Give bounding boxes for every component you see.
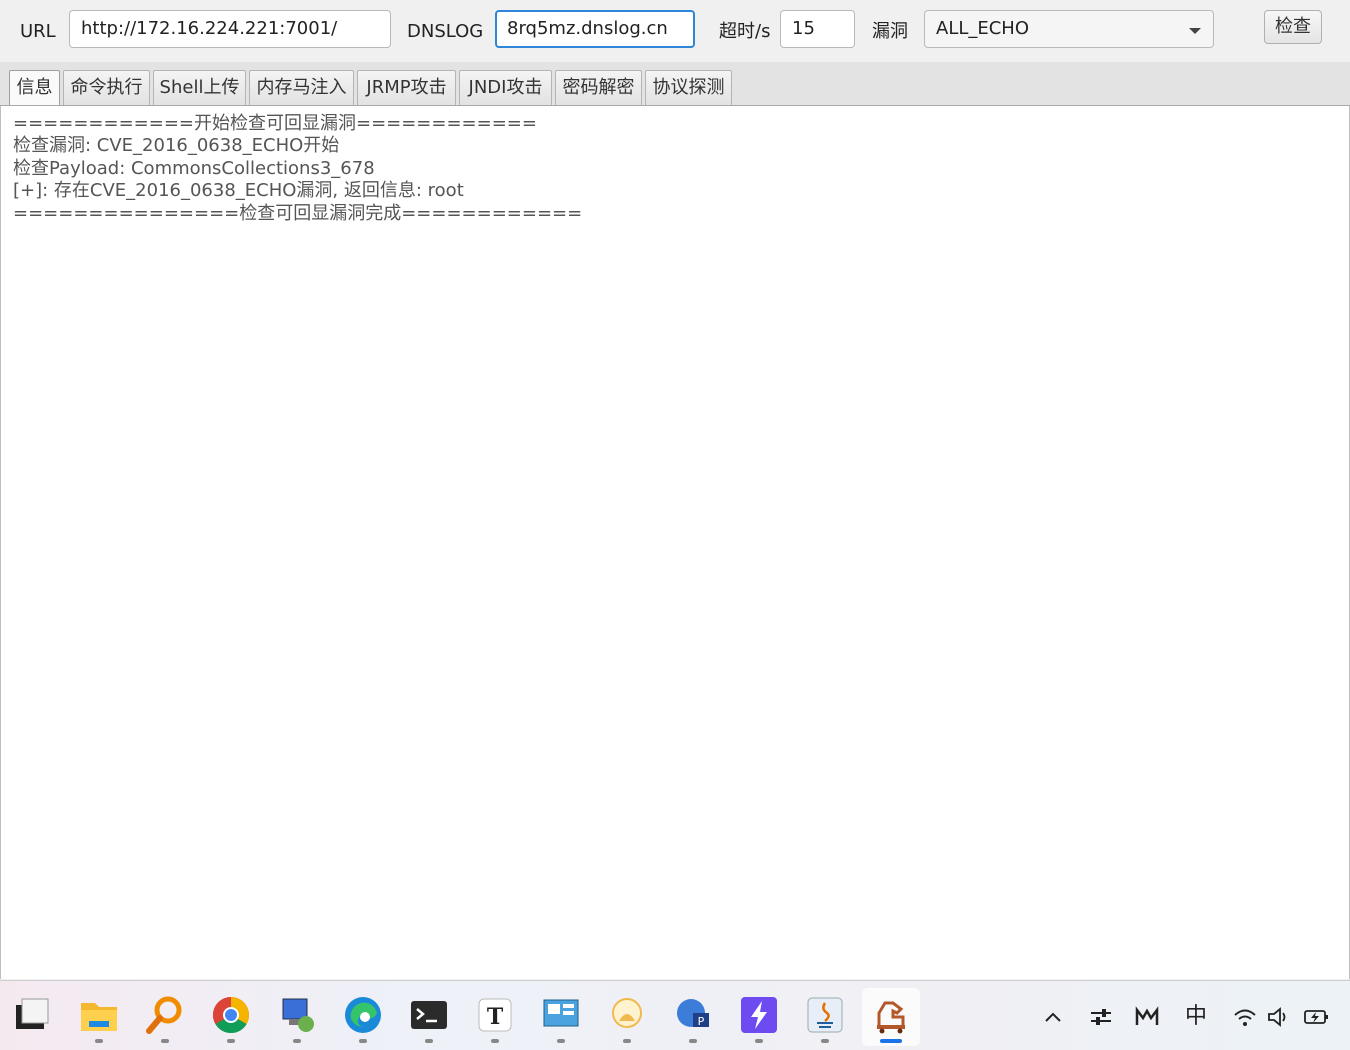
url-label: URL [20, 21, 56, 42]
desktop-icon[interactable] [12, 995, 52, 1035]
taskbar: T P 中 [0, 980, 1350, 1050]
trojan-horse-app-icon[interactable] [871, 995, 911, 1035]
tab-shell-upload[interactable]: Shell上传 [153, 70, 246, 105]
running-indicator [557, 1039, 565, 1043]
running-indicator [95, 1039, 103, 1043]
output-line: 检查漏洞: CVE_2016_0638_ECHO开始 [13, 135, 340, 156]
typora-icon[interactable]: T [475, 995, 515, 1035]
monitor-app-icon[interactable] [541, 995, 581, 1035]
file-explorer-icon[interactable] [79, 995, 119, 1035]
output-textarea[interactable]: ============开始检查可回显漏洞============ 检查漏洞: … [0, 106, 1350, 979]
volume-icon[interactable] [1266, 1003, 1292, 1031]
timeout-input[interactable]: 15 [780, 10, 855, 48]
svg-text:T: T [487, 1004, 504, 1030]
check-button[interactable]: 检查 [1264, 10, 1322, 44]
chevron-down-icon [1189, 28, 1201, 34]
toolbar: URL http://172.16.224.221:7001/ DNSLOG 8… [0, 0, 1350, 62]
running-indicator [755, 1039, 763, 1043]
settings-sliders-icon[interactable] [1088, 1003, 1114, 1031]
running-indicator [491, 1039, 499, 1043]
running-indicator [161, 1039, 169, 1043]
output-line: [+]: 存在CVE_2016_0638_ECHO漏洞, 返回信息: root [13, 180, 464, 201]
mail-app-icon[interactable] [1134, 1003, 1160, 1031]
tab-bar: 信息 命令执行 Shell上传 内存马注入 JRMP攻击 JNDI攻击 密码解密… [0, 62, 1350, 106]
remote-desktop-icon[interactable] [277, 995, 317, 1035]
chevron-up-icon[interactable] [1042, 1003, 1064, 1031]
tab-jndi-attack[interactable]: JNDI攻击 [459, 70, 552, 105]
running-indicator [425, 1039, 433, 1043]
java-icon[interactable] [805, 995, 845, 1035]
timeout-label: 超时/s [719, 21, 771, 42]
tab-jrmp-attack[interactable]: JRMP攻击 [357, 70, 456, 105]
svg-text:P: P [698, 1015, 705, 1028]
network-app-icon[interactable]: P [673, 995, 713, 1035]
vuln-label: 漏洞 [872, 21, 908, 42]
tab-memshell-inject[interactable]: 内存马注入 [249, 70, 354, 105]
running-indicator [623, 1039, 631, 1043]
dnslog-label: DNSLOG [407, 21, 484, 42]
terminal-icon[interactable] [409, 995, 449, 1035]
running-indicator [821, 1039, 829, 1043]
running-indicator [227, 1039, 235, 1043]
running-indicator [359, 1039, 367, 1043]
edge-icon[interactable] [343, 995, 383, 1035]
lightning-app-icon[interactable] [739, 995, 779, 1035]
running-indicator [293, 1039, 301, 1043]
vuln-select[interactable]: ALL_ECHO [924, 10, 1214, 48]
battery-charging-icon[interactable] [1302, 1003, 1330, 1031]
duck-app-icon[interactable] [607, 995, 647, 1035]
running-indicator [689, 1039, 697, 1043]
search-tool-icon[interactable] [145, 995, 185, 1035]
output-line: ===============检查可回显漏洞完成============ [13, 203, 583, 224]
tab-info[interactable]: 信息 [9, 70, 60, 105]
active-indicator [880, 1039, 902, 1043]
chrome-icon[interactable] [211, 995, 251, 1035]
vuln-select-value: ALL_ECHO [936, 18, 1030, 39]
ime-indicator[interactable]: 中 [1180, 1003, 1212, 1031]
output-line: ============开始检查可回显漏洞============ [13, 113, 537, 134]
tab-command-exec[interactable]: 命令执行 [63, 70, 150, 105]
dnslog-input[interactable]: 8rq5mz.dnslog.cn [495, 10, 695, 48]
output-line: 检查Payload: CommonsCollections3_678 [13, 158, 375, 179]
wifi-icon[interactable] [1232, 1003, 1258, 1031]
tab-protocol-probe[interactable]: 协议探测 [645, 70, 732, 105]
tab-password-decrypt[interactable]: 密码解密 [555, 70, 642, 105]
url-input[interactable]: http://172.16.224.221:7001/ [69, 10, 391, 48]
